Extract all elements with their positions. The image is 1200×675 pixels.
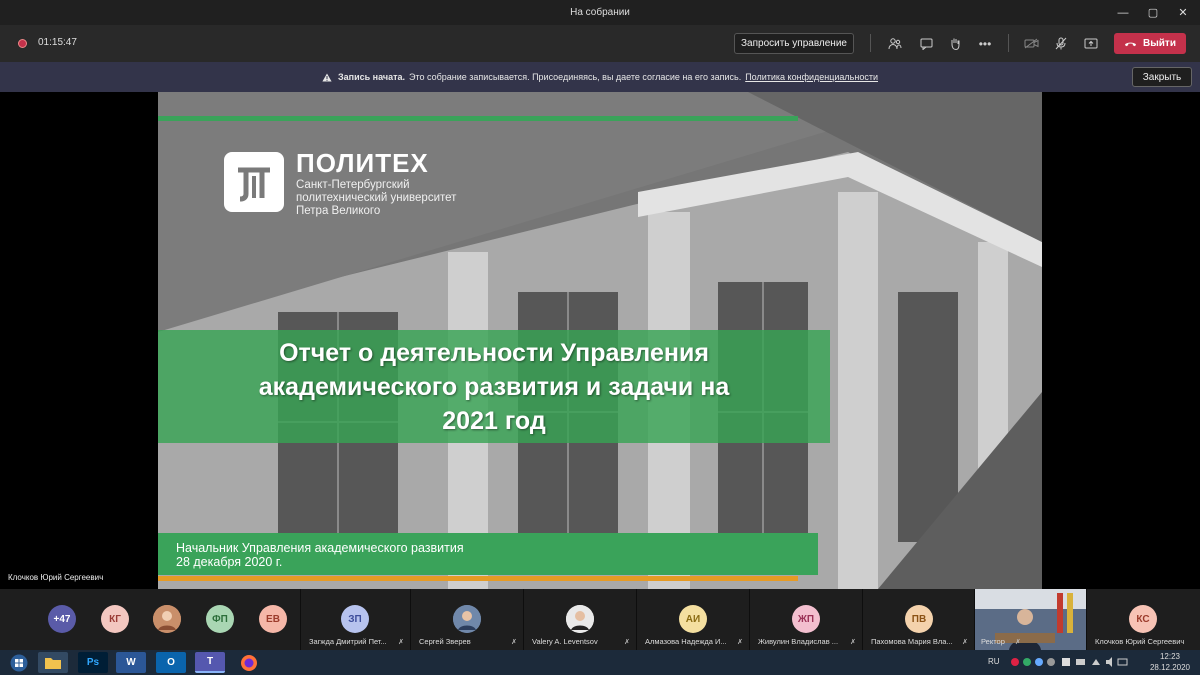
participant-name: Ректор xyxy=(981,637,1005,646)
participant-name: Пахомова Мария Вла... xyxy=(871,637,953,646)
participant-tile[interactable]: АИ Алмазова Надежда И... ✗ xyxy=(636,589,749,650)
mic-off-icon[interactable] xyxy=(1050,33,1072,54)
slide-subtitle-date: 28 декабря 2020 г. xyxy=(176,555,283,569)
window-title: На собрании xyxy=(570,7,630,18)
leave-label: Выйти xyxy=(1143,38,1176,49)
banner-title: Запись начата. xyxy=(338,72,406,82)
participant-avatar: ЗП xyxy=(341,605,369,633)
participant-avatar[interactable]: ЕВ xyxy=(259,605,287,633)
participant-name: Клочков Юрий Сергеевич xyxy=(1095,637,1185,646)
participant-avatar: ПВ xyxy=(905,605,933,633)
camera-off-icon[interactable] xyxy=(1020,33,1042,54)
leave-button[interactable]: Выйти xyxy=(1114,33,1186,54)
mic-muted-icon: ✗ xyxy=(737,639,743,646)
university-logo-text: ПОЛИТЕХ Санкт-Петербургский политехничес… xyxy=(296,148,456,218)
request-control-button[interactable]: Запросить управление xyxy=(734,33,854,54)
phone-hangup-icon xyxy=(1125,42,1137,47)
participant-tile[interactable]: Valery A. Leventsov ✗ xyxy=(523,589,636,650)
system-tray-icons[interactable] xyxy=(1010,656,1130,670)
firefox-icon[interactable] xyxy=(234,652,264,673)
slide-subtitle-position: Начальник Управления академического разв… xyxy=(176,541,464,555)
participant-photo-avatar xyxy=(566,605,594,633)
file-explorer-icon[interactable] xyxy=(38,652,68,673)
teams-icon[interactable]: T xyxy=(195,652,225,673)
slide-accent-line xyxy=(158,576,798,581)
mic-muted-icon: ✗ xyxy=(1015,639,1021,646)
banner-text: Это собрание записывается. Присоединяясь… xyxy=(409,72,742,82)
clock-date[interactable]: 28.12.2020 xyxy=(1148,663,1192,672)
minimize-button[interactable]: — xyxy=(1108,0,1138,25)
start-button-icon[interactable] xyxy=(4,652,34,673)
mic-muted-icon: ✗ xyxy=(850,639,856,646)
participant-video-tile[interactable]: Ректор ✗ xyxy=(974,589,1086,650)
mic-muted-icon: ✗ xyxy=(962,639,968,646)
share-screen-icon[interactable] xyxy=(1080,33,1102,54)
logo-line-2: политехнический университет xyxy=(296,192,457,204)
participant-name: Загжда Дмитрий Пет... xyxy=(309,637,387,646)
recording-icon xyxy=(18,39,27,48)
clock-time[interactable]: 12:23 xyxy=(1152,652,1188,661)
participant-tile[interactable]: ПВ Пахомова Мария Вла... ✗ xyxy=(862,589,974,650)
participant-photo-avatar[interactable] xyxy=(153,605,181,633)
mic-muted-icon: ✗ xyxy=(624,639,630,646)
participant-avatar: КС xyxy=(1129,605,1157,633)
participant-tile[interactable]: ЗП Загжда Дмитрий Пет... ✗ xyxy=(300,589,410,650)
language-indicator[interactable]: RU xyxy=(988,657,1000,666)
more-participants-badge[interactable]: +47 xyxy=(48,605,76,633)
close-window-button[interactable]: ✕ xyxy=(1168,0,1198,25)
participant-name: Алмазова Надежда И... xyxy=(645,637,727,646)
participant-tile[interactable]: ЖП Живулин Владислав ... ✗ xyxy=(749,589,862,650)
toolbar-divider xyxy=(1008,34,1009,52)
shared-slide: ПОЛИТЕХ Санкт-Петербургский политехничес… xyxy=(158,92,1042,589)
privacy-policy-link[interactable]: Политика конфиденциальности xyxy=(745,72,878,82)
close-banner-button[interactable]: Закрыть xyxy=(1132,67,1192,87)
meeting-timer: 01:15:47 xyxy=(38,37,77,48)
more-actions-button[interactable]: ••• xyxy=(974,33,996,54)
logo-line-1: Санкт-Петербургский xyxy=(296,179,410,191)
logo-line-3: Петра Великого xyxy=(296,205,381,217)
logo-title: ПОЛИТЕХ xyxy=(296,148,429,178)
raise-hand-icon[interactable] xyxy=(944,33,966,54)
participant-avatar: АИ xyxy=(679,605,707,633)
window-titlebar: На собрании xyxy=(0,0,1200,25)
participant-tile[interactable]: Сергей Зверев ✗ xyxy=(410,589,523,650)
participant-photo-avatar xyxy=(453,605,481,633)
participant-name: Сергей Зверев xyxy=(419,637,471,646)
photoshop-icon[interactable]: Ps xyxy=(78,652,108,673)
presenter-name: Клочков Юрий Сергеевич xyxy=(8,573,104,582)
participant-avatar: ЖП xyxy=(792,605,820,633)
warning-icon xyxy=(322,73,332,81)
participant-tile[interactable]: КС Клочков Юрий Сергеевич xyxy=(1086,589,1200,650)
participant-name: Valery A. Leventsov xyxy=(532,637,598,646)
chat-icon[interactable] xyxy=(915,33,937,54)
slide-subtitle-box: Начальник Управления академического разв… xyxy=(158,533,818,575)
participant-avatar[interactable]: КГ xyxy=(101,605,129,633)
participant-name: Живулин Владислав ... xyxy=(758,637,839,646)
mic-muted-icon: ✗ xyxy=(398,639,404,646)
participants-icon[interactable] xyxy=(884,33,906,54)
participant-avatar[interactable]: ФП xyxy=(206,605,234,633)
outlook-icon[interactable]: O xyxy=(156,652,186,673)
slide-title-box: Отчет о деятельности Управления академич… xyxy=(158,330,830,443)
recording-banner: Запись начата. Это собрание записывается… xyxy=(0,62,1200,92)
slide-title: Отчет о деятельности Управления академич… xyxy=(258,338,730,435)
word-icon[interactable]: W xyxy=(116,652,146,673)
toolbar-divider xyxy=(870,34,871,52)
mic-muted-icon: ✗ xyxy=(511,639,517,646)
maximize-button[interactable]: ▢ xyxy=(1138,0,1168,25)
polytech-logo-icon xyxy=(224,152,284,212)
